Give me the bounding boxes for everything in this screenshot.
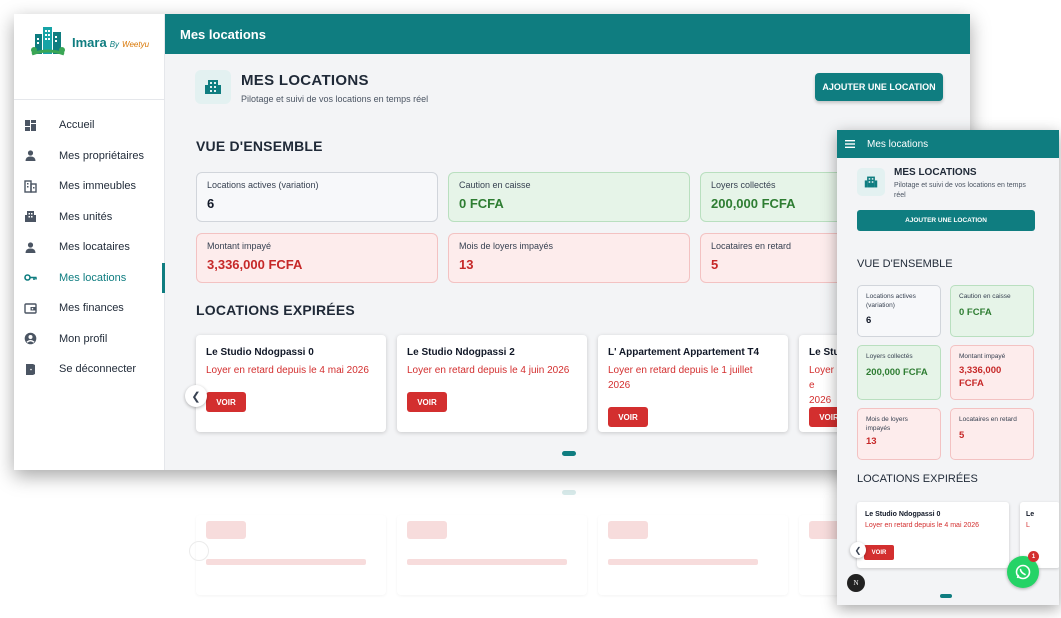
sidebar-item-label: Mes locations (59, 271, 127, 284)
sidebar: Imara By Weetyu Accueil Mes propriétaire… (14, 14, 165, 470)
sidebar-item-locations[interactable]: Mes locations (14, 262, 165, 294)
sidebar-item-label: Mes propriétaires (59, 149, 144, 162)
carousel-dot-active[interactable] (562, 451, 576, 456)
building-icon (24, 180, 37, 193)
sidebar-item-logout[interactable]: Se déconnecter (14, 354, 164, 385)
apartment-icon (857, 168, 885, 196)
mobile-stat-active-locations: Locations actives (variation) 6 (857, 285, 941, 337)
mobile-stat-deposit: Caution en caisse 0 FCFA (950, 285, 1034, 337)
mobile-stat-unpaid-months: Mois de loyers impayés 13 (857, 408, 941, 460)
expired-location-card[interactable]: L' Appartement Appartement T4 Loyer en r… (598, 335, 788, 432)
sidebar-item-label: Accueil (59, 119, 95, 132)
mobile-carousel-dot-active[interactable] (940, 594, 952, 598)
add-location-button[interactable]: AJOUTER UNE LOCATION (815, 73, 943, 101)
sidebar-item-label: Se déconnecter (59, 363, 137, 376)
brand-logo[interactable]: Imara By Weetyu (14, 14, 164, 100)
mobile-topbar-title: Mes locations (867, 138, 929, 150)
screen: Imara By Weetyu Accueil Mes propriétaire… (0, 0, 1061, 618)
sidebar-item-unites[interactable]: Mes unités (14, 202, 164, 233)
mobile-add-location-button[interactable]: AJOUTER UNE LOCATION (857, 210, 1035, 231)
sidebar-item-finances[interactable]: Mes finances (14, 293, 164, 324)
chevron-left-icon: ❮ (191, 390, 201, 403)
dashboard-icon (24, 119, 37, 132)
mobile-carousel-prev-button[interactable]: ❮ (850, 542, 866, 558)
sidebar-item-label: Mes finances (59, 302, 124, 315)
sidebar-item-label: Mes immeubles (59, 180, 137, 193)
view-button[interactable]: VOIR (407, 392, 447, 412)
view-button[interactable]: VOIR (206, 392, 246, 412)
mobile-page-title: MES LOCATIONS (894, 167, 977, 178)
apartment-icon (24, 210, 37, 223)
brand-by: By (109, 40, 120, 49)
stat-card-deposit: Caution en caisse 0 FCFA (448, 172, 690, 222)
mobile-topbar: Mes locations (837, 130, 1059, 158)
hamburger-menu-icon[interactable] (845, 139, 855, 149)
sidebar-item-label: Mes unités (59, 210, 113, 223)
stat-card-unpaid-months: Mois de loyers impayés 13 (448, 233, 690, 283)
overview-title: VUE D'ENSEMBLE (196, 138, 323, 154)
stat-card-active-locations: Locations actives (variation) 6 (196, 172, 438, 222)
expired-location-card[interactable]: Le Studio Ndogpassi 2 Loyer en retard de… (397, 335, 587, 432)
desktop-app-window: Imara By Weetyu Accueil Mes propriétaire… (14, 14, 970, 470)
carousel-prev-button[interactable]: ❮ (185, 385, 207, 407)
sidebar-item-locataires[interactable]: Mes locataires (14, 232, 164, 263)
wallet-icon (24, 302, 37, 315)
sidebar-item-proprietaires[interactable]: Mes propriétaires (14, 141, 164, 172)
expired-location-card[interactable]: Le Studio Ndogpassi 0 Loyer en retard de… (196, 335, 386, 432)
person-icon (24, 241, 37, 254)
person-icon (24, 149, 37, 162)
logout-door-icon (24, 363, 37, 376)
avatar[interactable]: N (847, 574, 865, 592)
brand-name: Imara (72, 35, 107, 50)
whatsapp-icon (1015, 564, 1031, 580)
mobile-app-window: Mes locations MES LOCATIONS Pilotage et … (837, 130, 1059, 605)
page-header: MES LOCATIONS Pilotage et suivi de vos l… (165, 54, 970, 132)
window-reflection (14, 480, 970, 618)
mobile-view-button[interactable]: VOIR (864, 545, 894, 560)
sidebar-item-label: Mon profil (59, 332, 108, 345)
sidebar-item-label: Mes locataires (59, 241, 130, 254)
sidebar-item-profil[interactable]: Mon profil (14, 324, 164, 355)
page-subtitle: Pilotage et suivi de vos locations en te… (241, 94, 429, 104)
expired-title: LOCATIONS EXPIRÉES (196, 302, 355, 318)
brand-company: Weetyu (122, 40, 150, 49)
mobile-overview-title: VUE D'ENSEMBLE (857, 258, 953, 270)
stat-card-unpaid-amount: Montant impayé 3,336,000 FCFA (196, 233, 438, 283)
mobile-expired-title: LOCATIONS EXPIRÉES (857, 473, 978, 485)
account-circle-icon (24, 332, 37, 345)
sidebar-nav: Accueil Mes propriétaires Mes immeubles (14, 100, 165, 385)
topbar-title: Mes locations (180, 26, 266, 42)
page-title: MES LOCATIONS (241, 72, 369, 89)
mobile-stat-late-tenants: Locataires en retard 5 (950, 408, 1034, 460)
mobile-page-subtitle: Pilotage et suivi de vos locations en te… (894, 182, 1026, 199)
mobile-stat-unpaid-amount: Montant impayé 3,336,000 FCFA (950, 345, 1034, 400)
key-icon (24, 271, 37, 284)
mobile-stat-rent-collected: Loyers collectés 200,000 FCFA (857, 345, 941, 400)
building-logo-icon (31, 27, 65, 56)
view-button[interactable]: VOIR (608, 407, 648, 427)
sidebar-item-accueil[interactable]: Accueil (14, 110, 164, 141)
sidebar-item-immeubles[interactable]: Mes immeubles (14, 171, 164, 202)
notification-badge: 1 (1028, 551, 1039, 562)
chevron-left-icon: ❮ (854, 545, 862, 555)
apartment-icon (195, 70, 231, 104)
app-topbar: Mes locations (165, 14, 970, 54)
